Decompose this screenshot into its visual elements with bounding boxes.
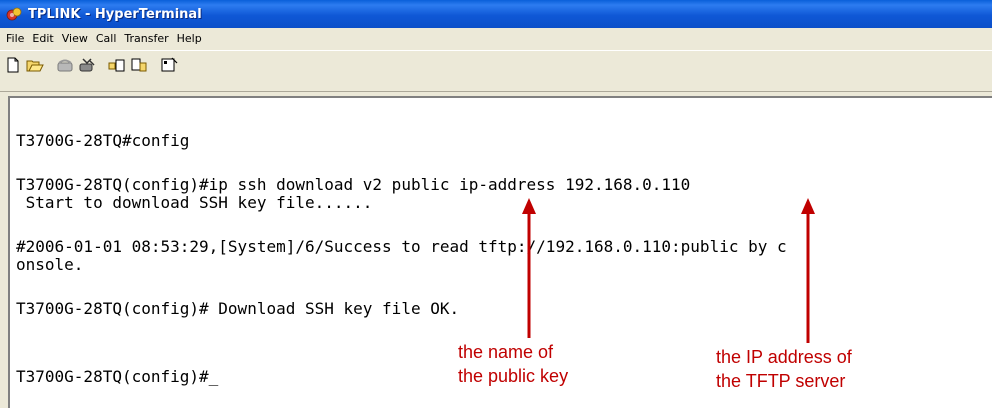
terminal-line: T3700G-28TQ(config)# Download SSH key fi… <box>16 299 460 318</box>
menu-view[interactable]: View <box>58 28 92 50</box>
terminal-line: T3700G-28TQ(config)#ip ssh download v2 p… <box>16 175 691 194</box>
toolbar-divider <box>0 79 992 92</box>
terminal-line: T3700G-28TQ#config <box>16 131 190 150</box>
window-title: TPLINK - HyperTerminal <box>28 6 202 22</box>
new-document-icon[interactable] <box>2 54 24 76</box>
disconnect-phone-icon[interactable] <box>76 54 98 76</box>
send-file-icon[interactable] <box>106 54 128 76</box>
annotation-public-key-line1: the name of <box>458 342 554 362</box>
properties-icon[interactable] <box>158 54 180 76</box>
terminal-cursor-line: T3700G-28TQ(config)#_ <box>16 367 219 386</box>
menu-file[interactable]: File <box>0 28 28 50</box>
menu-edit[interactable]: Edit <box>28 28 57 50</box>
hyperterminal-icon[interactable] <box>6 6 22 22</box>
annotation-public-key-line2: the public key <box>458 366 569 386</box>
title-bar[interactable]: TPLINK - HyperTerminal <box>0 0 992 28</box>
receive-file-icon[interactable] <box>128 54 150 76</box>
terminal-line: Start to download SSH key file...... <box>16 193 373 212</box>
menu-transfer[interactable]: Transfer <box>120 28 172 50</box>
menu-help[interactable]: Help <box>173 28 206 50</box>
terminal-line: onsole. <box>16 255 84 274</box>
terminal-line: #2006-01-01 08:53:29,[System]/6/Success … <box>16 237 787 256</box>
menu-bar: File Edit View Call Transfer Help <box>0 28 992 50</box>
connect-phone-icon[interactable] <box>54 54 76 76</box>
annotation-tftp-line1: the IP address of <box>716 347 852 367</box>
hyperterminal-window: TPLINK - HyperTerminal File Edit View Ca… <box>0 0 992 408</box>
toolbar <box>0 50 992 80</box>
menu-call[interactable]: Call <box>92 28 121 50</box>
open-folder-icon[interactable] <box>24 54 46 76</box>
annotation-tftp-line2: the TFTP server <box>716 371 846 391</box>
